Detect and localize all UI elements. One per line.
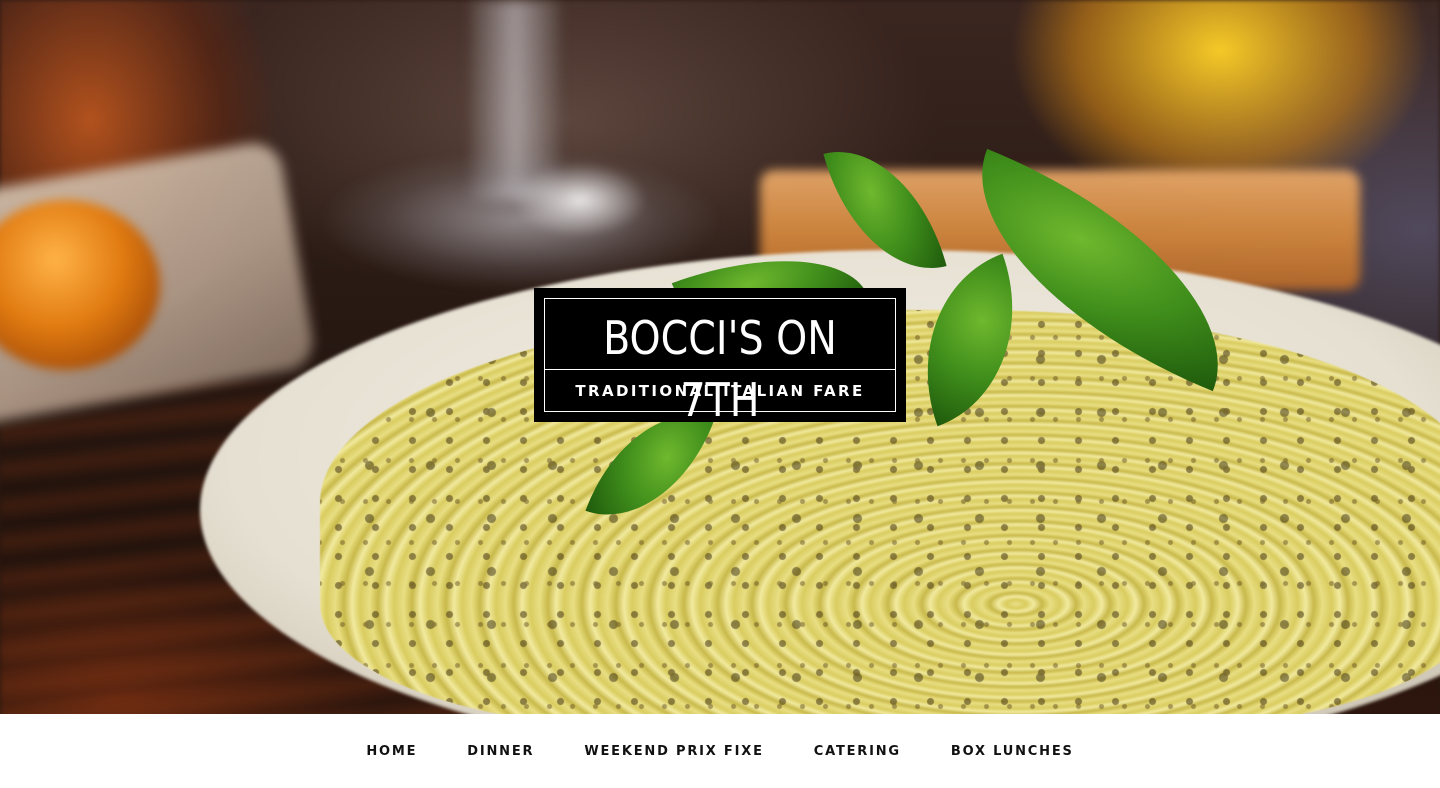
site-logo[interactable]: BOCCI'S ON 7TH TRADITIONAL ITALIAN FARE bbox=[534, 288, 906, 427]
site-title: BOCCI'S ON 7TH bbox=[603, 311, 837, 427]
main-navigation: HOME DINNER WEEKEND PRIX FIXE CATERING B… bbox=[0, 714, 1440, 788]
site-tagline: TRADITIONAL ITALIAN FARE bbox=[575, 382, 865, 400]
logo-frame: BOCCI'S ON 7TH TRADITIONAL ITALIAN FARE bbox=[544, 298, 896, 427]
nav-item-weekend-prix-fixe[interactable]: WEEKEND PRIX FIXE bbox=[584, 744, 763, 759]
hero-banner: BOCCI'S ON 7TH TRADITIONAL ITALIAN FARE bbox=[0, 0, 1440, 714]
nav-item-home[interactable]: HOME bbox=[366, 744, 417, 759]
nav-item-catering[interactable]: CATERING bbox=[814, 744, 901, 759]
nav-item-dinner[interactable]: DINNER bbox=[467, 744, 534, 759]
nav-item-box-lunches[interactable]: BOX LUNCHES bbox=[951, 744, 1074, 759]
